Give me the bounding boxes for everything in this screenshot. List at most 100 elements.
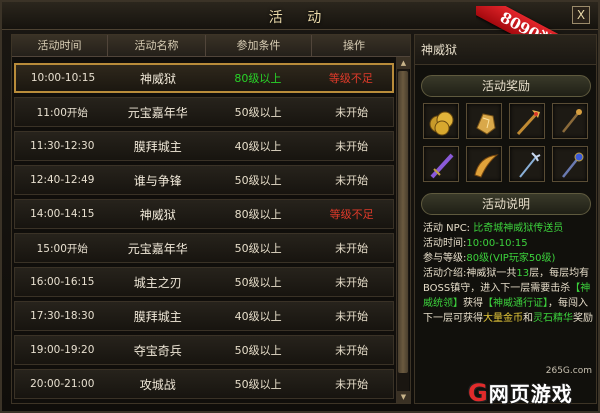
coins-icon bbox=[429, 111, 454, 136]
table-row[interactable]: 11:00开始 元宝嘉年华 50级以上 未开始 bbox=[14, 97, 394, 127]
scroll-up-icon[interactable]: ▲ bbox=[397, 57, 410, 69]
golden-blade-icon bbox=[474, 154, 499, 178]
row-time: 10:00-10:15 bbox=[30, 72, 96, 84]
row-operation: 未开始 bbox=[335, 140, 369, 153]
golden-staff-icon bbox=[516, 110, 540, 136]
header-time: 活动时间 bbox=[12, 35, 108, 56]
row-operation: 未开始 bbox=[335, 310, 369, 323]
row-name: 城主之刃 bbox=[133, 275, 182, 290]
scrollbar[interactable]: ▲ ▼ bbox=[396, 57, 410, 403]
intro-text: 活动介绍:神威狱一共13层，每层均有BOSS镇守，进入下一层需要击杀【神威统领】… bbox=[423, 266, 593, 326]
npc-label: 活动 NPC: bbox=[423, 223, 471, 234]
intro-part: 和 bbox=[523, 313, 533, 324]
reward-slot[interactable] bbox=[552, 103, 588, 139]
row-time: 19:00-19:20 bbox=[30, 344, 95, 356]
row-name: 元宝嘉年华 bbox=[127, 105, 188, 120]
intro-label: 活动介绍: bbox=[423, 268, 467, 279]
row-operation: 等级不足 bbox=[329, 208, 374, 221]
reward-slot[interactable] bbox=[509, 103, 545, 139]
row-condition: 40级以上 bbox=[234, 310, 282, 323]
table-row[interactable]: 15:00开始 元宝嘉年华 50级以上 未开始 bbox=[14, 233, 394, 263]
window-title: 活 动 bbox=[268, 10, 332, 26]
reward-slot[interactable] bbox=[423, 146, 459, 182]
row-condition: 50级以上 bbox=[234, 344, 282, 357]
reward-grid bbox=[423, 103, 591, 182]
row-time: 11:00开始 bbox=[36, 106, 88, 119]
row-condition: 80级以上 bbox=[234, 208, 282, 221]
row-time: 20:00-21:00 bbox=[30, 378, 95, 390]
row-operation: 未开始 bbox=[335, 242, 369, 255]
row-name: 膜拜城主 bbox=[133, 139, 182, 154]
reward-slot[interactable] bbox=[466, 146, 502, 182]
row-time: 17:30-18:30 bbox=[30, 310, 95, 322]
table-row[interactable]: 20:00-21:00 攻城战 50级以上 未开始 bbox=[14, 369, 394, 399]
floor-count: 13 bbox=[516, 268, 530, 279]
panel-title: 神威狱 bbox=[415, 35, 596, 65]
description-heading: 活动说明 bbox=[421, 193, 591, 215]
stone-reward: 灵石精华 bbox=[533, 313, 573, 324]
table-row[interactable]: 16:00-16:15 城主之刃 50级以上 未开始 bbox=[14, 267, 394, 297]
reward-slot[interactable] bbox=[552, 146, 588, 182]
level-value: 80级(VIP玩家50级) bbox=[466, 253, 556, 264]
title-bar: 活 动 X bbox=[2, 2, 598, 30]
row-condition: 50级以上 bbox=[234, 106, 282, 119]
rewards-heading: 活动奖励 bbox=[421, 75, 591, 97]
header-operation: 操作 bbox=[343, 39, 365, 52]
time-value: 10:00-10:15 bbox=[466, 238, 528, 249]
row-condition: 80级以上 bbox=[234, 72, 282, 85]
row-operation: 未开始 bbox=[335, 378, 369, 391]
pass-item: 【神威通行证】 bbox=[483, 298, 548, 309]
table-row[interactable]: 14:00-14:15 神威狱 80级以上 等级不足 bbox=[14, 199, 394, 229]
header-condition: 参加条件 bbox=[206, 35, 312, 56]
row-name: 夺宝奇兵 bbox=[133, 343, 182, 358]
table-row[interactable]: 17:30-18:30 膜拜城主 40级以上 未开始 bbox=[14, 301, 394, 331]
row-name: 神威狱 bbox=[139, 207, 176, 222]
row-condition: 50级以上 bbox=[234, 242, 282, 255]
activity-description: 活动 NPC: 比奇城神威狱传送员 活动时间:10:00-10:15 参与等级:… bbox=[423, 221, 593, 326]
gold-ore-icon bbox=[476, 113, 496, 135]
intro-part: 奖励 bbox=[573, 313, 593, 324]
level-label: 参与等级: bbox=[423, 253, 467, 264]
row-operation: 未开始 bbox=[335, 344, 369, 357]
row-condition: 40级以上 bbox=[234, 140, 282, 153]
row-name: 元宝嘉年华 bbox=[127, 241, 188, 256]
row-operation: 未开始 bbox=[335, 174, 369, 187]
reward-slot[interactable] bbox=[466, 103, 502, 139]
row-condition: 50级以上 bbox=[234, 378, 282, 391]
detail-panel: 神威狱 活动奖励 活动说明 活动 NPC: 比奇城神威狱传送员 活动时间:10:… bbox=[414, 34, 597, 404]
scroll-thumb[interactable] bbox=[398, 71, 408, 373]
row-time: 16:00-16:15 bbox=[30, 276, 95, 288]
table-row[interactable]: 19:00-19:20 夺宝奇兵 50级以上 未开始 bbox=[14, 335, 394, 365]
row-time: 14:00-14:15 bbox=[30, 208, 95, 220]
row-condition: 50级以上 bbox=[234, 174, 282, 187]
purple-sword-icon bbox=[430, 153, 454, 179]
table-rows: 10:00-10:15 神威狱 80级以上 等级不足 11:00开始 元宝嘉年华 50级以上… bbox=[12, 57, 396, 403]
header-name: 活动名称 bbox=[108, 35, 206, 56]
row-operation: 未开始 bbox=[335, 276, 369, 289]
trident-icon bbox=[519, 152, 541, 178]
table-row[interactable]: 10:00-10:15 神威狱 80级以上 等级不足 bbox=[14, 63, 394, 93]
scepter-icon bbox=[562, 152, 584, 178]
scroll-down-icon[interactable]: ▼ bbox=[397, 391, 410, 403]
gold-reward: 大量金币 bbox=[483, 313, 523, 324]
row-operation: 未开始 bbox=[335, 106, 369, 119]
row-name: 膜拜城主 bbox=[133, 309, 182, 324]
row-condition: 50级以上 bbox=[234, 276, 282, 289]
table-header: 活动时间 活动名称 参加条件 操作 bbox=[12, 35, 410, 57]
row-name: 攻城战 bbox=[139, 377, 176, 392]
activity-list: 活动时间 活动名称 参加条件 操作 10:00-10:15 神威狱 80级以上 等级不… bbox=[11, 34, 411, 404]
row-time: 12:40-12:49 bbox=[30, 174, 95, 186]
npc-value: 比奇城神威狱传送员 bbox=[473, 223, 564, 234]
intro-part: 获得 bbox=[463, 298, 483, 309]
table-row[interactable]: 12:40-12:49 谁与争锋 50级以上 未开始 bbox=[14, 165, 394, 195]
reward-slot[interactable] bbox=[509, 146, 545, 182]
row-name: 神威狱 bbox=[139, 71, 176, 86]
row-time: 15:00开始 bbox=[36, 242, 88, 255]
row-name: 谁与争锋 bbox=[133, 173, 182, 188]
close-button[interactable]: X bbox=[572, 6, 590, 24]
wand-icon bbox=[562, 109, 582, 133]
table-row[interactable]: 11:30-12:30 膜拜城主 40级以上 未开始 bbox=[14, 131, 394, 161]
time-label: 活动时间: bbox=[423, 238, 467, 249]
reward-slot[interactable] bbox=[423, 103, 459, 139]
intro-part: 神威狱一共 bbox=[466, 268, 517, 279]
